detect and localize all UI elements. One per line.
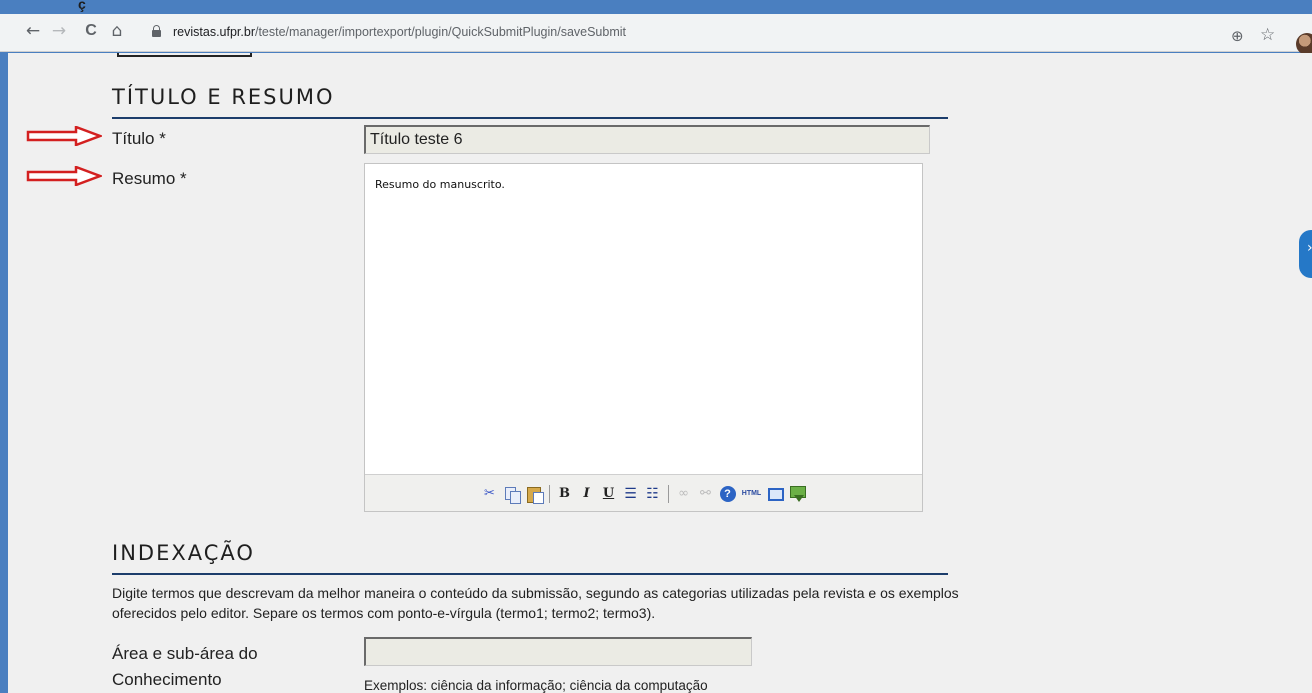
toolbar-separator — [548, 485, 550, 503]
reload-icon[interactable]: C — [80, 19, 102, 43]
annotation-arrow-icon — [26, 166, 102, 186]
browser-toolbar: ← → C ⌂ revistas.ufpr.br/teste/manager/i… — [0, 14, 1312, 55]
stray-glyph: ç — [78, 0, 86, 12]
help-icon[interactable]: ? — [719, 486, 736, 502]
paste-icon[interactable] — [524, 484, 544, 504]
section-rule — [112, 573, 948, 575]
page-content: TÍTULO E RESUMO Título * Título teste 6 … — [8, 53, 1312, 693]
url-host: revistas.ufpr.br — [173, 25, 255, 39]
abstract-label: Resumo * — [112, 169, 187, 188]
cut-icon[interactable]: ✂ — [480, 484, 500, 504]
link-icon[interactable]: ∞ — [674, 484, 694, 504]
avatar[interactable] — [1296, 33, 1312, 55]
side-help-tab[interactable]: › — [1299, 230, 1312, 278]
unlink-icon[interactable]: ⚯ — [696, 484, 716, 504]
title-input[interactable]: Título teste 6 — [364, 125, 930, 154]
html-source-icon[interactable]: HTML — [740, 484, 764, 504]
url-text[interactable]: revistas.ufpr.br/teste/manager/importexp… — [173, 25, 626, 39]
fullscreen-icon[interactable] — [767, 487, 784, 501]
italic-icon[interactable]: I — [577, 484, 597, 504]
back-icon[interactable]: ← — [22, 19, 44, 43]
area-input[interactable] — [364, 637, 752, 666]
url-path: /teste/manager/importexport/plugin/Quick… — [254, 25, 626, 39]
area-label: Área e sub-área do Conhecimento — [112, 644, 258, 689]
bold-icon[interactable]: B — [555, 484, 575, 504]
numbered-list-icon[interactable]: ☷ — [643, 484, 663, 504]
area-hint: Exemplos: ciência da informação; ciência… — [364, 678, 708, 693]
chevron-icon: › — [1307, 240, 1312, 256]
annotation-arrow-icon — [26, 126, 102, 146]
toolbar-separator — [667, 485, 669, 503]
insert-image-icon[interactable] — [788, 484, 808, 504]
indexing-description: Digite termos que descrevam da melhor ma… — [112, 585, 959, 621]
copy-icon[interactable] — [502, 484, 522, 504]
forward-icon[interactable]: → — [48, 19, 70, 43]
editor-toolbar: ✂ B I U ☰ ☷ ∞ ⚯ ? HTML — [365, 474, 922, 511]
bookmark-star-icon[interactable]: ☆ — [1260, 25, 1275, 45]
abstract-editor-body[interactable]: Resumo do manuscrito. — [365, 164, 922, 474]
lock-icon — [152, 25, 161, 37]
bullet-list-icon[interactable]: ☰ — [621, 484, 641, 504]
address-bar[interactable]: revistas.ufpr.br/teste/manager/importexp… — [140, 19, 1290, 47]
section-indexing-heading: INDEXAÇÃO — [112, 541, 255, 565]
section-title-abstract-heading: TÍTULO E RESUMO — [112, 85, 335, 109]
zoom-icon[interactable]: ⊕ — [1231, 27, 1244, 45]
title-label: Título * — [112, 129, 166, 148]
abstract-editor[interactable]: Resumo do manuscrito. ✂ B I U ☰ ☷ ∞ ⚯ ? … — [364, 163, 923, 512]
window-top-strip: ç — [0, 0, 1312, 14]
home-icon[interactable]: ⌂ — [106, 19, 128, 43]
underline-icon[interactable]: U — [599, 484, 619, 504]
previous-section-box — [117, 53, 252, 57]
section-rule — [112, 117, 948, 119]
